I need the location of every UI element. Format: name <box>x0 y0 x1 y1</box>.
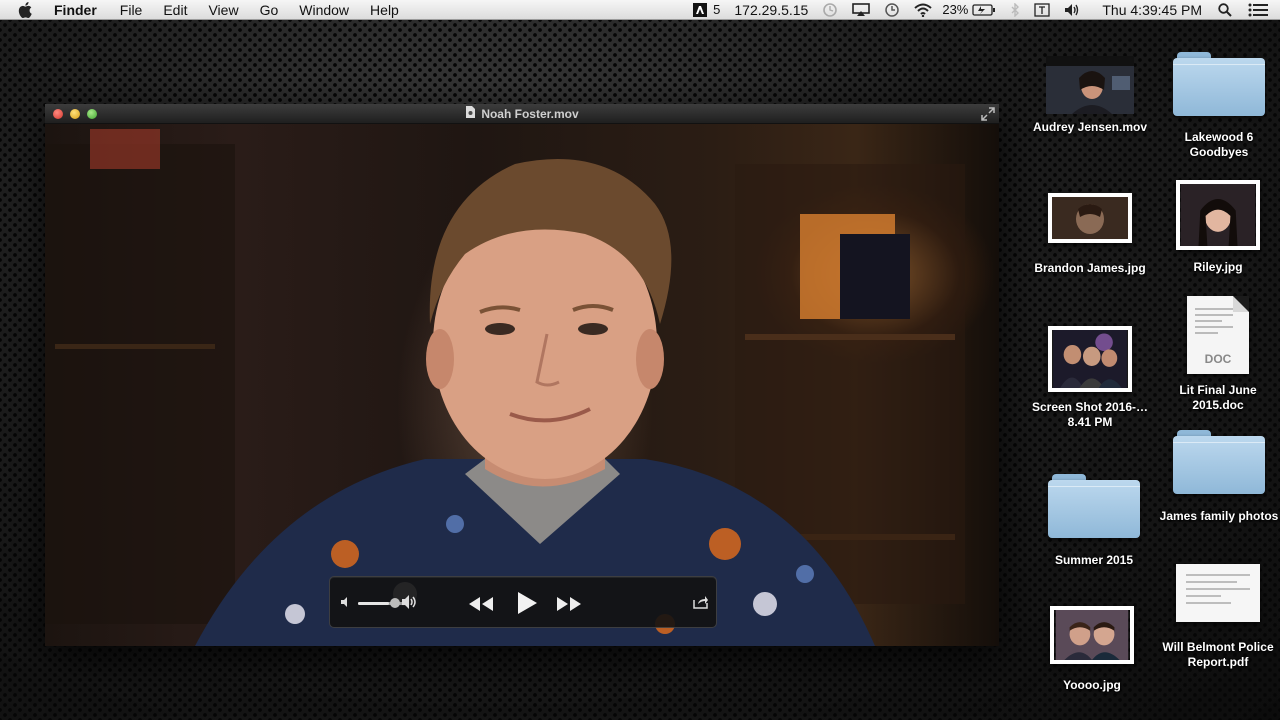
window-controls <box>53 109 104 119</box>
desktop-icon-label: Summer 2015 <box>1054 553 1134 567</box>
movie-file-icon <box>465 106 476 121</box>
desktop-icon-brandon-james-jpg[interactable]: Brandon James.jpg <box>1025 193 1155 276</box>
photo-thumbnail-icon <box>1027 606 1157 664</box>
menu-clock[interactable]: Thu 4:39:45 PM <box>1102 2 1202 18</box>
notification-center-icon[interactable] <box>1248 3 1268 17</box>
menu-go[interactable]: Go <box>260 2 279 18</box>
folder-icon <box>1154 52 1280 116</box>
desktop-icon-label: Yoooo.jpg <box>1063 678 1121 692</box>
movie-thumbnail-icon <box>1025 56 1155 114</box>
desktop-icon-lit-final-doc[interactable]: DOC Lit Final June 2015.doc <box>1153 296 1280 413</box>
menu-bar: Finder File Edit View Go Window Help 5 1… <box>0 0 1280 20</box>
desktop-icon-label: Lit Final June 2015.doc <box>1179 383 1257 412</box>
desktop-icon-label: Riley.jpg <box>1193 260 1243 274</box>
desktop-icon-label: Audrey Jensen.mov <box>1032 120 1148 134</box>
time-machine-icon[interactable] <box>884 2 900 18</box>
bluetooth-icon[interactable] <box>1010 2 1020 17</box>
menu-file[interactable]: File <box>120 2 143 18</box>
folder-icon <box>1154 430 1280 494</box>
desktop-icon-yoooo-jpg[interactable]: Yoooo.jpg <box>1027 606 1157 693</box>
input-menu-icon[interactable] <box>1034 2 1051 17</box>
menu-app-name[interactable]: Finder <box>54 2 97 18</box>
playback-controls-hud <box>329 576 717 628</box>
wifi-icon[interactable] <box>914 3 933 17</box>
adobe-badge: 5 <box>713 2 721 17</box>
desktop-icon-riley-jpg[interactable]: Riley.jpg <box>1153 180 1280 275</box>
spotlight-search-icon[interactable] <box>1218 2 1232 17</box>
menu-help[interactable]: Help <box>370 2 399 18</box>
close-window-button[interactable] <box>53 109 63 119</box>
desktop-icon-label: Brandon James.jpg <box>1034 261 1146 275</box>
volume-slider-fill <box>358 602 390 605</box>
airplay-icon[interactable] <box>852 2 871 17</box>
desktop-icon-label: Lakewood 6 Goodbyes <box>1184 130 1254 159</box>
window-title-text: Noah Foster.mov <box>481 106 579 121</box>
desktop-icon-summer-2015-folder[interactable]: Summer 2015 <box>1029 474 1159 568</box>
volume-menu-icon[interactable] <box>1064 3 1080 17</box>
minimize-window-button[interactable] <box>70 109 80 119</box>
folder-icon <box>1029 474 1159 538</box>
doc-badge: DOC <box>1204 352 1232 366</box>
desktop-icon-audrey-jensen-mov[interactable]: Audrey Jensen.mov <box>1025 56 1155 135</box>
quicktime-player-window[interactable]: Noah Foster.mov <box>45 104 999 646</box>
ip-address[interactable]: 172.29.5.15 <box>734 2 808 18</box>
desktop-icon-lakewood-6-goodbyes-folder[interactable]: Lakewood 6 Goodbyes <box>1154 52 1280 160</box>
word-document-icon: DOC <box>1153 296 1280 374</box>
desktop-icon-label: James family photos <box>1159 509 1279 523</box>
adobe-icon <box>693 2 708 17</box>
video-frame[interactable] <box>45 124 999 646</box>
photo-thumbnail-icon <box>1025 193 1155 243</box>
pdf-document-icon <box>1153 564 1280 622</box>
desktop-icon-label: Screen Shot 2016-…8.41 PM <box>1031 400 1149 429</box>
photo-thumbnail-icon <box>1153 180 1280 250</box>
window-title: Noah Foster.mov <box>465 106 579 121</box>
battery-icon[interactable] <box>972 3 996 16</box>
menu-window[interactable]: Window <box>299 2 349 18</box>
desktop-icon-will-belmont-police-report-pdf[interactable]: Will Belmont Police Report.pdf <box>1153 564 1280 670</box>
apple-menu-icon[interactable] <box>18 1 36 19</box>
desktop-icon-label: Will Belmont Police Report.pdf <box>1162 640 1274 669</box>
photo-thumbnail-icon <box>1025 326 1155 392</box>
window-titlebar[interactable]: Noah Foster.mov <box>45 104 999 124</box>
sync-icon[interactable] <box>822 2 838 18</box>
menu-view[interactable]: View <box>208 2 238 18</box>
zoom-window-button[interactable] <box>87 109 97 119</box>
adobe-menu-extra[interactable]: 5 <box>693 2 720 17</box>
menu-edit[interactable]: Edit <box>163 2 187 18</box>
desktop-icon-screen-shot[interactable]: Screen Shot 2016-…8.41 PM <box>1025 326 1155 430</box>
battery-percent[interactable]: 23% <box>942 2 968 17</box>
volume-slider-knob[interactable] <box>390 598 400 608</box>
desktop-icon-james-family-photos-folder[interactable]: James family photos <box>1154 430 1280 524</box>
